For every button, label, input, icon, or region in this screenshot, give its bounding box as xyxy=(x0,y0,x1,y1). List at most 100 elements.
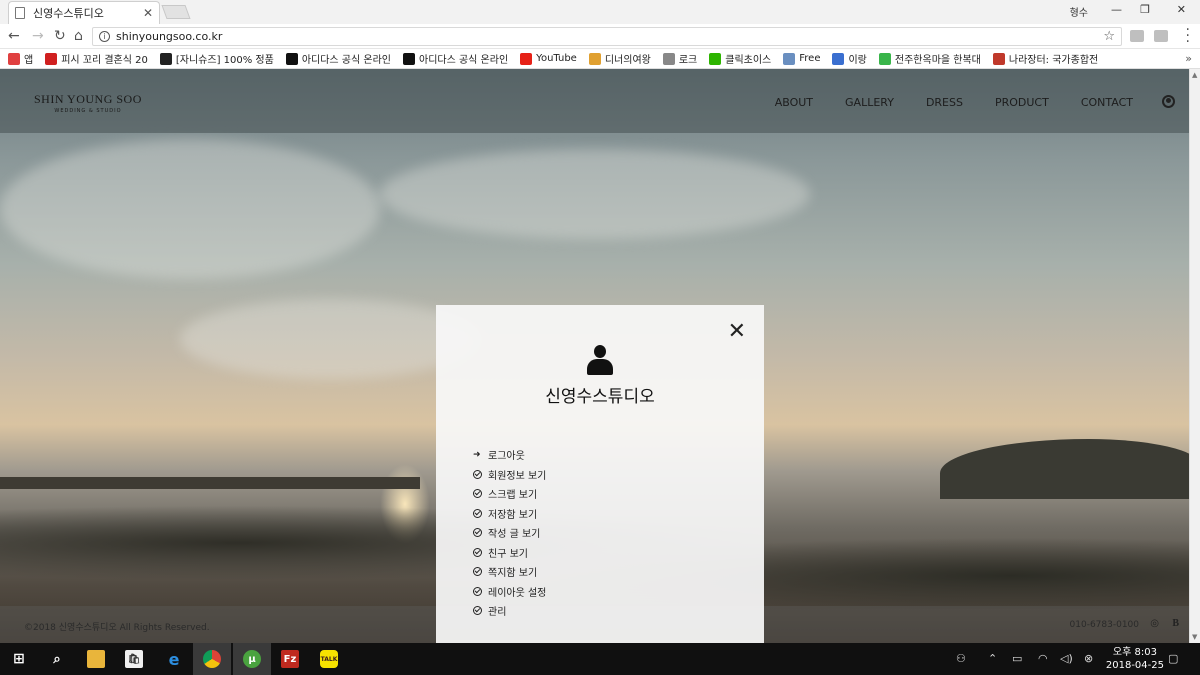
menu-item-label: 레이아웃 설정 xyxy=(488,587,547,599)
bookmark-item[interactable]: YouTube xyxy=(520,52,577,65)
people-icon[interactable]: ⚇ xyxy=(956,652,966,665)
bookmark-item[interactable]: 로크 xyxy=(662,51,698,66)
kakaotalk-icon[interactable]: TALK xyxy=(320,650,338,668)
notification-mute-icon[interactable]: ⊗ xyxy=(1084,652,1093,665)
tab-close-icon[interactable]: ✕ xyxy=(143,6,153,20)
bookmark-label: 로크 xyxy=(678,55,698,66)
volume-icon[interactable]: ◁) xyxy=(1060,652,1073,665)
profile-button[interactable]: 형수 xyxy=(1070,4,1088,19)
bookmark-label: YouTube xyxy=(536,53,577,64)
extension-icon[interactable] xyxy=(1154,30,1168,42)
footer-copyright: ©2018 신영수스튜디오 All Rights Reserved. xyxy=(24,623,210,633)
browser-tab[interactable]: 신영수스튜디오 ✕ xyxy=(8,1,160,24)
utorrent-icon[interactable]: μ xyxy=(243,650,261,668)
restore-button[interactable]: ❐ xyxy=(1140,3,1150,16)
extension-icon[interactable] xyxy=(1130,30,1144,42)
bookmark-item[interactable]: 피시 꼬리 결혼식 20 xyxy=(45,51,148,66)
start-icon[interactable]: ⊞ xyxy=(10,650,28,668)
blog-icon[interactable]: B xyxy=(1172,618,1179,629)
bookmark-item[interactable]: 이랑 xyxy=(832,51,867,66)
menu-item-my-posts[interactable]: 작성 글 보기 xyxy=(473,523,546,543)
wifi-icon[interactable]: ◠ xyxy=(1038,652,1048,665)
menu-item-admin[interactable]: 관리 xyxy=(473,601,546,621)
user-icon[interactable] xyxy=(1162,95,1175,108)
url-text[interactable]: shinyoungsoo.co.kr xyxy=(116,30,1103,43)
reload-icon[interactable]: ↻ xyxy=(54,28,66,44)
bookmark-item[interactable]: 디너의여왕 xyxy=(588,51,651,66)
bookmark-label: 나라장터: 국가종합전 xyxy=(1008,55,1099,66)
system-clock[interactable]: 오후 8:03 2018-04-25 xyxy=(1106,646,1164,672)
bookmark-item[interactable]: 앱 xyxy=(8,51,33,66)
check-circle-icon xyxy=(473,469,482,479)
menu-item-label: 로그아웃 xyxy=(488,451,525,463)
island-silhouette xyxy=(940,439,1189,499)
bookmark-item[interactable]: 클릭초이스 xyxy=(709,51,771,66)
filezilla-icon[interactable]: Fz xyxy=(281,650,299,668)
chrome-menu-icon[interactable]: · · · xyxy=(1186,23,1190,49)
user-menu-modal: ✕ 신영수스튜디오 ➜ 로그아웃 회원정보 보기 스크랩 보기 저장함 보기 작… xyxy=(436,305,764,643)
scroll-down-icon[interactable]: ▼ xyxy=(1192,633,1197,641)
modal-close-icon[interactable]: ✕ xyxy=(728,321,746,343)
nav-about[interactable]: ABOUT xyxy=(775,96,813,109)
menu-item-label: 쪽지함 보기 xyxy=(488,568,538,580)
menu-item-label: 스크랩 보기 xyxy=(488,490,538,502)
bookmark-item[interactable]: Free xyxy=(783,52,820,65)
action-center-icon[interactable]: ▢ xyxy=(1168,652,1178,665)
edge-icon[interactable]: e xyxy=(165,650,183,669)
bookmark-favicon-icon xyxy=(709,52,722,65)
check-circle-icon xyxy=(473,567,482,577)
bookmarks-more-icon[interactable]: » xyxy=(1185,52,1192,65)
menu-item-scrap[interactable]: 스크랩 보기 xyxy=(473,484,546,504)
check-circle-icon xyxy=(473,547,482,557)
forward-icon[interactable]: → xyxy=(32,28,44,44)
check-circle-icon xyxy=(473,586,482,596)
scrollbar[interactable]: ▲ ▼ xyxy=(1189,69,1200,643)
bookmark-item[interactable]: 나라장터: 국가종합전 xyxy=(992,51,1099,66)
menu-item-member-info[interactable]: 회원정보 보기 xyxy=(473,465,546,485)
bookmark-item[interactable]: 아디다스 공식 온라인 xyxy=(285,51,391,66)
menu-item-label: 작성 글 보기 xyxy=(488,529,541,541)
battery-icon[interactable]: ▭ xyxy=(1012,652,1022,665)
nav-contact[interactable]: CONTACT xyxy=(1081,96,1133,109)
scroll-up-icon[interactable]: ▲ xyxy=(1192,71,1197,79)
minimize-button[interactable]: — xyxy=(1111,3,1122,16)
menu-item-logout[interactable]: ➜ 로그아웃 xyxy=(473,445,546,465)
nav-dress[interactable]: DRESS xyxy=(926,96,963,109)
new-tab-button[interactable] xyxy=(161,5,191,19)
site-info-icon[interactable]: i xyxy=(99,31,110,42)
home-icon[interactable]: ⌂ xyxy=(74,28,83,44)
nav-product[interactable]: PRODUCT xyxy=(995,96,1049,109)
instagram-icon[interactable]: ◎ xyxy=(1150,618,1159,629)
menu-item-friends[interactable]: 친구 보기 xyxy=(473,543,546,563)
clock-date: 2018-04-25 xyxy=(1105,660,1164,671)
bookmark-label: 앱 xyxy=(24,55,34,66)
close-window-button[interactable]: ✕ xyxy=(1177,3,1186,16)
bookmark-favicon-icon xyxy=(45,52,58,65)
address-bar[interactable]: i shinyoungsoo.co.kr ☆ xyxy=(92,27,1122,46)
menu-item-label: 친구 보기 xyxy=(488,548,528,560)
site-logo[interactable]: SHIN YOUNG SOO WEDDING & STUDIO xyxy=(34,92,142,114)
shoreline xyxy=(0,477,420,489)
check-circle-icon xyxy=(473,528,482,538)
store-icon[interactable]: 🛍 xyxy=(125,650,143,668)
menu-item-layout[interactable]: 레이아웃 설정 xyxy=(473,582,546,602)
search-icon[interactable]: ⌕ xyxy=(48,650,66,668)
show-hidden-icons-icon[interactable]: ⌃ xyxy=(988,652,997,665)
bookmark-item[interactable]: [자니슈즈] 100% 정품 xyxy=(159,51,274,66)
bookmark-favicon-icon xyxy=(878,52,891,65)
bookmarks-bar: 앱 피시 꼬리 결혼식 20 [자니슈즈] 100% 정품 아디다스 공식 온라인 아디… xyxy=(0,49,1200,69)
nav-gallery[interactable]: GALLERY xyxy=(845,96,894,109)
back-icon[interactable]: ← xyxy=(8,28,20,44)
bookmark-star-icon[interactable]: ☆ xyxy=(1103,29,1115,44)
logo-name: SHIN YOUNG SOO xyxy=(34,92,142,106)
bookmark-favicon-icon xyxy=(520,52,533,65)
footer-phone: 010-6783-0100 xyxy=(1069,620,1139,630)
chrome-icon[interactable] xyxy=(203,650,221,668)
bookmark-item[interactable]: 전주한옥마을 한복대 xyxy=(878,51,981,66)
menu-item-messages[interactable]: 쪽지함 보기 xyxy=(473,562,546,582)
file-explorer-icon[interactable] xyxy=(87,650,105,668)
bookmark-item[interactable]: 아디다스 공식 온라인 xyxy=(403,51,508,66)
check-circle-icon xyxy=(473,508,482,518)
menu-item-saved[interactable]: 저장함 보기 xyxy=(473,504,546,524)
bookmark-favicon-icon xyxy=(832,52,845,65)
